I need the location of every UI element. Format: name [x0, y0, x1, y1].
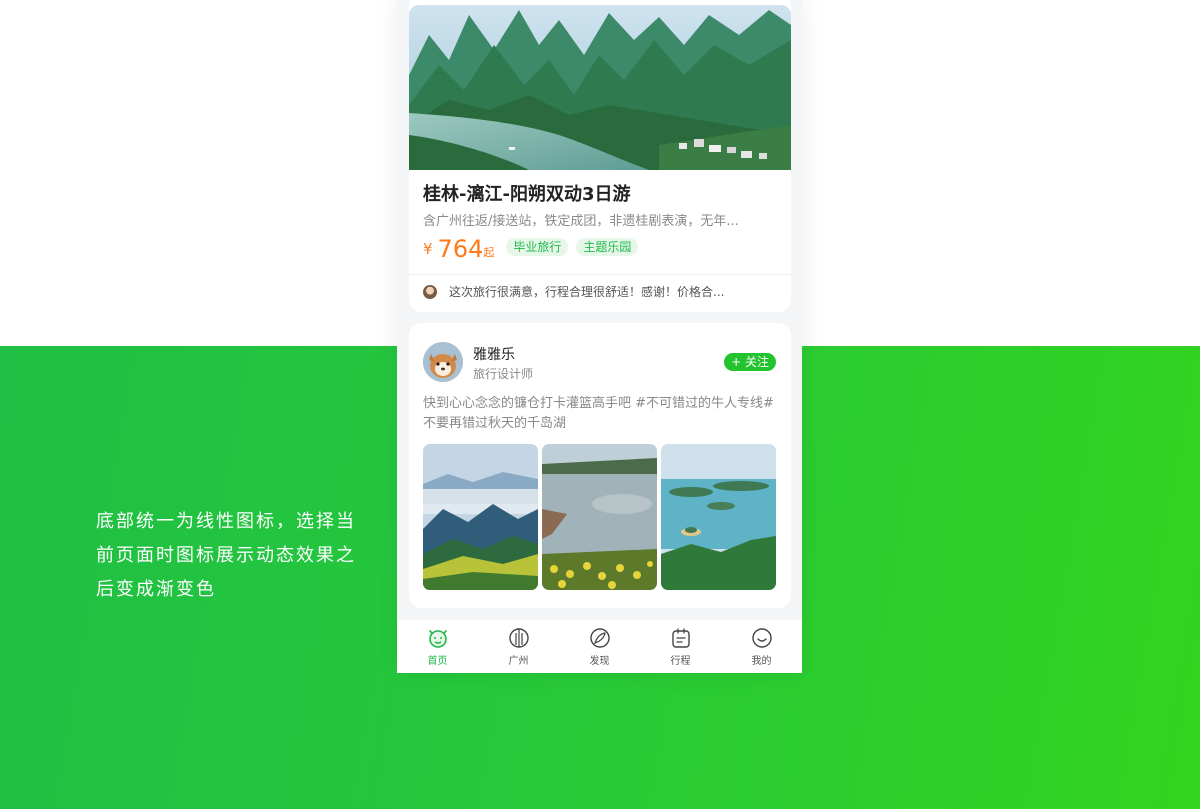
tab-home[interactable]: 首页 [397, 620, 478, 673]
tab-profile[interactable]: 我的 [721, 620, 802, 673]
post-gallery [423, 444, 777, 590]
price-currency: ¥ [423, 240, 433, 258]
discover-icon [589, 628, 610, 648]
city-icon [508, 628, 529, 648]
home-icon [428, 630, 447, 648]
tab-label: 广州 [508, 656, 529, 667]
tab-label: 发现 [589, 656, 610, 667]
phone-screen: 桂林-漓江-阳朔双动3日游 含广州往返/接送站，铁定成团，非遗桂剧表演，无年..… [397, 0, 802, 673]
bottom-tab-bar: 首页 广州 发现 行程 我的 [397, 620, 802, 673]
tab-label: 我的 [751, 656, 772, 667]
review-text: 这次旅行很满意，行程合理很舒适！感谢！价格合... [449, 285, 725, 299]
tour-card[interactable]: 桂林-漓江-阳朔双动3日游 含广州往返/接送站，铁定成团，非遗桂剧表演，无年..… [409, 0, 791, 312]
user-name[interactable]: 雅雅乐 [473, 344, 515, 364]
post-photo[interactable] [661, 444, 776, 590]
post-photo[interactable] [542, 444, 657, 590]
tag-graduation-trip[interactable]: 毕业旅行 [506, 238, 569, 256]
tab-label: 首页 [427, 656, 448, 667]
review-row[interactable]: 这次旅行很满意，行程合理很舒适！感谢！价格合... [423, 283, 724, 300]
avatar[interactable] [423, 342, 463, 382]
tour-cover-image [409, 5, 791, 170]
tab-guangzhou[interactable]: 广州 [478, 620, 559, 673]
itinerary-icon [671, 628, 690, 648]
follow-button[interactable]: + 关注 [724, 353, 776, 371]
post-photo[interactable] [423, 444, 538, 590]
price-value: 764 [437, 235, 484, 263]
tag-theme-park[interactable]: 主题乐园 [576, 238, 639, 256]
divider [409, 274, 791, 275]
reviewer-avatar [423, 284, 437, 299]
tour-description: 含广州往返/接送站，铁定成团，非遗桂剧表演，无年... [423, 214, 739, 229]
tab-discover[interactable]: 发现 [559, 620, 640, 673]
tour-title[interactable]: 桂林-漓江-阳朔双动3日游 [423, 180, 630, 206]
price-suffix: 起 [483, 246, 495, 259]
profile-icon [751, 628, 772, 648]
post-text: 快到心心念念的镰仓打卡灌篮高手吧 #不可错过的牛人专线# 不要再错过秋天的千岛湖 [423, 396, 774, 431]
user-role: 旅行设计师 [473, 367, 534, 381]
tab-itinerary[interactable]: 行程 [640, 620, 721, 673]
tab-label: 行程 [670, 656, 691, 667]
post-card[interactable]: 雅雅乐 旅行设计师 + 关注 快到心心念念的镰仓打卡灌篮高手吧 #不可错过的牛人… [409, 323, 791, 608]
price-row: ¥ 764 起 毕业旅行 主题乐园 [423, 234, 646, 264]
design-caption: 底部统一为线性图标，选择当前页面时图标展示动态效果之后变成渐变色 [96, 511, 356, 600]
